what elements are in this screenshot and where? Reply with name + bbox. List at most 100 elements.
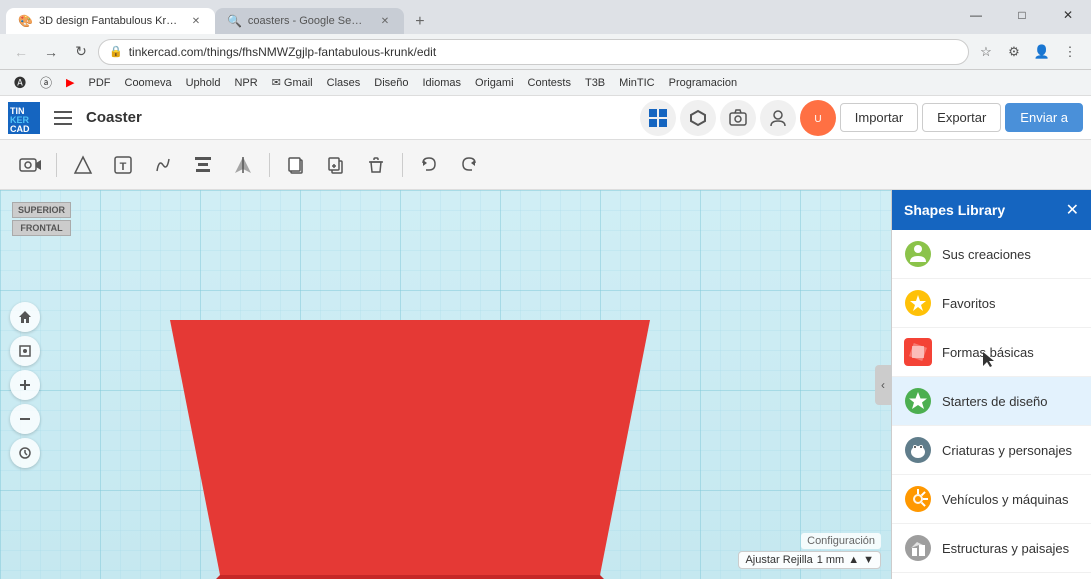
nav-controls xyxy=(10,302,40,468)
shapes-item-estructuras[interactable]: Estructuras y paisajes xyxy=(892,524,1091,573)
flip-btn[interactable] xyxy=(225,147,261,183)
panel-collapse-arrow[interactable]: ‹ xyxy=(875,365,891,405)
estructuras-label: Estructuras y paisajes xyxy=(942,541,1069,556)
minimize-button[interactable]: — xyxy=(953,0,999,30)
active-tab[interactable]: 🎨 3D design Fantabulous Krunk | T... ✕ xyxy=(6,8,215,34)
shapes-item-criaturas[interactable]: Criaturas y personajes xyxy=(892,426,1091,475)
3d-view-btn[interactable] xyxy=(680,100,716,136)
bookmark-coomeva[interactable]: Coomeva xyxy=(119,75,178,91)
bookmark-youtube[interactable]: ▶ xyxy=(60,74,80,91)
estructuras-icon xyxy=(904,534,932,562)
grid-view-btn[interactable] xyxy=(640,100,676,136)
user-btn[interactable] xyxy=(760,100,796,136)
reset-view-btn[interactable] xyxy=(10,438,40,468)
delete-btn[interactable] xyxy=(358,147,394,183)
reload-button[interactable]: ↻ xyxy=(68,39,94,65)
bookmark-contests[interactable]: Contests xyxy=(522,75,577,91)
forward-button[interactable]: → xyxy=(38,39,64,65)
zoom-in-btn[interactable] xyxy=(10,370,40,400)
more-btn[interactable]: ⋮ xyxy=(1057,39,1083,65)
tab2-favicon: 🔍 xyxy=(227,14,242,28)
frontal-label: FRONTAL xyxy=(12,220,71,236)
vehiculos-label: Vehículos y máquinas xyxy=(942,492,1068,507)
camera-capture-btn[interactable] xyxy=(720,100,756,136)
tab2-close-btn[interactable]: ✕ xyxy=(378,14,392,28)
grid-label: Ajustar Rejilla xyxy=(745,554,812,566)
formas-basicas-label: Formas básicas xyxy=(942,345,1034,360)
fit-view-btn[interactable] xyxy=(10,336,40,366)
superior-label: SUPERIOR xyxy=(12,202,71,218)
shapes-tool-btn[interactable] xyxy=(65,147,101,183)
copy-btn[interactable] xyxy=(278,147,314,183)
text-tool-btn[interactable]: T xyxy=(105,147,141,183)
shapes-item-vehiculos[interactable]: Vehículos y máquinas xyxy=(892,475,1091,524)
shapes-item-favoritos[interactable]: Favoritos xyxy=(892,279,1091,328)
starters-label: Starters de diseño xyxy=(942,394,1048,409)
tab-close-btn[interactable]: ✕ xyxy=(189,14,203,28)
bookmark-star[interactable]: ☆ xyxy=(973,39,999,65)
svg-text:U: U xyxy=(814,114,821,125)
send-button[interactable]: Enviar a xyxy=(1005,103,1083,132)
svg-text:T: T xyxy=(120,161,127,173)
camera-mode-btn[interactable] xyxy=(12,147,48,183)
bookmark-clases[interactable]: Clases xyxy=(321,75,367,91)
scribble-tool-btn[interactable] xyxy=(145,147,181,183)
toolbar-divider-2 xyxy=(269,153,270,177)
bookmark-uphold[interactable]: Uphold xyxy=(180,75,227,91)
maximize-button[interactable]: □ xyxy=(999,0,1045,30)
grid-selector[interactable]: Ajustar Rejilla 1 mm ▲ ▼ xyxy=(738,551,881,569)
shapes-item-starters[interactable]: Starters de diseño xyxy=(892,377,1091,426)
redo-btn[interactable] xyxy=(451,147,487,183)
zoom-out-btn[interactable] xyxy=(10,404,40,434)
close-window-button[interactable]: ✕ xyxy=(1045,0,1091,30)
profile-avatar[interactable]: U xyxy=(800,100,836,136)
import-button[interactable]: Importar xyxy=(840,103,918,132)
bookmark-programacion[interactable]: Programacion xyxy=(663,75,743,91)
bookmark-origami[interactable]: Origami xyxy=(469,75,520,91)
shapes-panel: Shapes Library ✕ Sus creaciones xyxy=(891,190,1091,579)
bookmark-diseno[interactable]: Diseño xyxy=(368,75,414,91)
bookmark-a1[interactable]: 🅐 xyxy=(8,72,32,93)
bookmark-npr[interactable]: NPR xyxy=(228,75,263,91)
back-button[interactable]: ← xyxy=(8,39,34,65)
starters-icon xyxy=(904,387,932,415)
profile-btn[interactable]: 👤 xyxy=(1029,39,1055,65)
favoritos-icon xyxy=(904,289,932,317)
bookmark-t3b[interactable]: T3B xyxy=(579,75,611,91)
coaster-shape[interactable] xyxy=(150,310,670,579)
bookmark-gmail[interactable]: ✉Gmail xyxy=(266,74,319,91)
extensions-btn[interactable]: ⚙ xyxy=(1001,39,1027,65)
view-labels: SUPERIOR FRONTAL xyxy=(12,202,71,236)
criaturas-icon xyxy=(904,436,932,464)
align-btn[interactable] xyxy=(185,147,221,183)
shapes-item-formas-basicas[interactable]: Formas básicas xyxy=(892,328,1091,377)
bookmark-a2[interactable]: ⓐ xyxy=(34,72,58,93)
bookmark-mintic[interactable]: MinTIC xyxy=(613,75,660,91)
home-view-btn[interactable] xyxy=(10,302,40,332)
duplicate-btn[interactable] xyxy=(318,147,354,183)
shapes-list: Sus creaciones Favoritos xyxy=(892,230,1091,579)
ssl-lock-icon: 🔒 xyxy=(109,45,123,58)
bookmark-pdf[interactable]: PDF xyxy=(83,75,117,91)
sus-creaciones-icon xyxy=(904,240,932,268)
project-name: Coaster xyxy=(86,109,142,126)
formas-basicas-icon xyxy=(904,338,932,366)
shapes-panel-close-btn[interactable]: ✕ xyxy=(1066,200,1079,220)
canvas-area[interactable]: SUPERIOR FRONTAL xyxy=(0,190,891,579)
undo-btn[interactable] xyxy=(411,147,447,183)
export-button[interactable]: Exportar xyxy=(922,103,1001,132)
inactive-tab[interactable]: 🔍 coasters - Google Search ✕ xyxy=(215,8,404,34)
shapes-item-hardware[interactable]: Hardware xyxy=(892,573,1091,579)
toolbar-divider-1 xyxy=(56,153,57,177)
shapes-item-sus-creaciones[interactable]: Sus creaciones xyxy=(892,230,1091,279)
3d-viewport[interactable]: SUPERIOR FRONTAL xyxy=(0,190,891,579)
toolbar-divider-3 xyxy=(402,153,403,177)
hamburger-menu[interactable] xyxy=(48,103,78,133)
favoritos-label: Favoritos xyxy=(942,296,995,311)
grid-up-arrow[interactable]: ▲ xyxy=(848,554,859,566)
address-bar[interactable]: 🔒 tinkercad.com/things/fhsNMWZgjlp-fanta… xyxy=(98,39,969,65)
bookmark-idiomas[interactable]: Idiomas xyxy=(417,75,468,91)
new-tab-button[interactable]: + xyxy=(408,10,432,34)
app-logo: TIN KER CAD xyxy=(8,102,40,134)
grid-down-arrow[interactable]: ▼ xyxy=(863,554,874,566)
